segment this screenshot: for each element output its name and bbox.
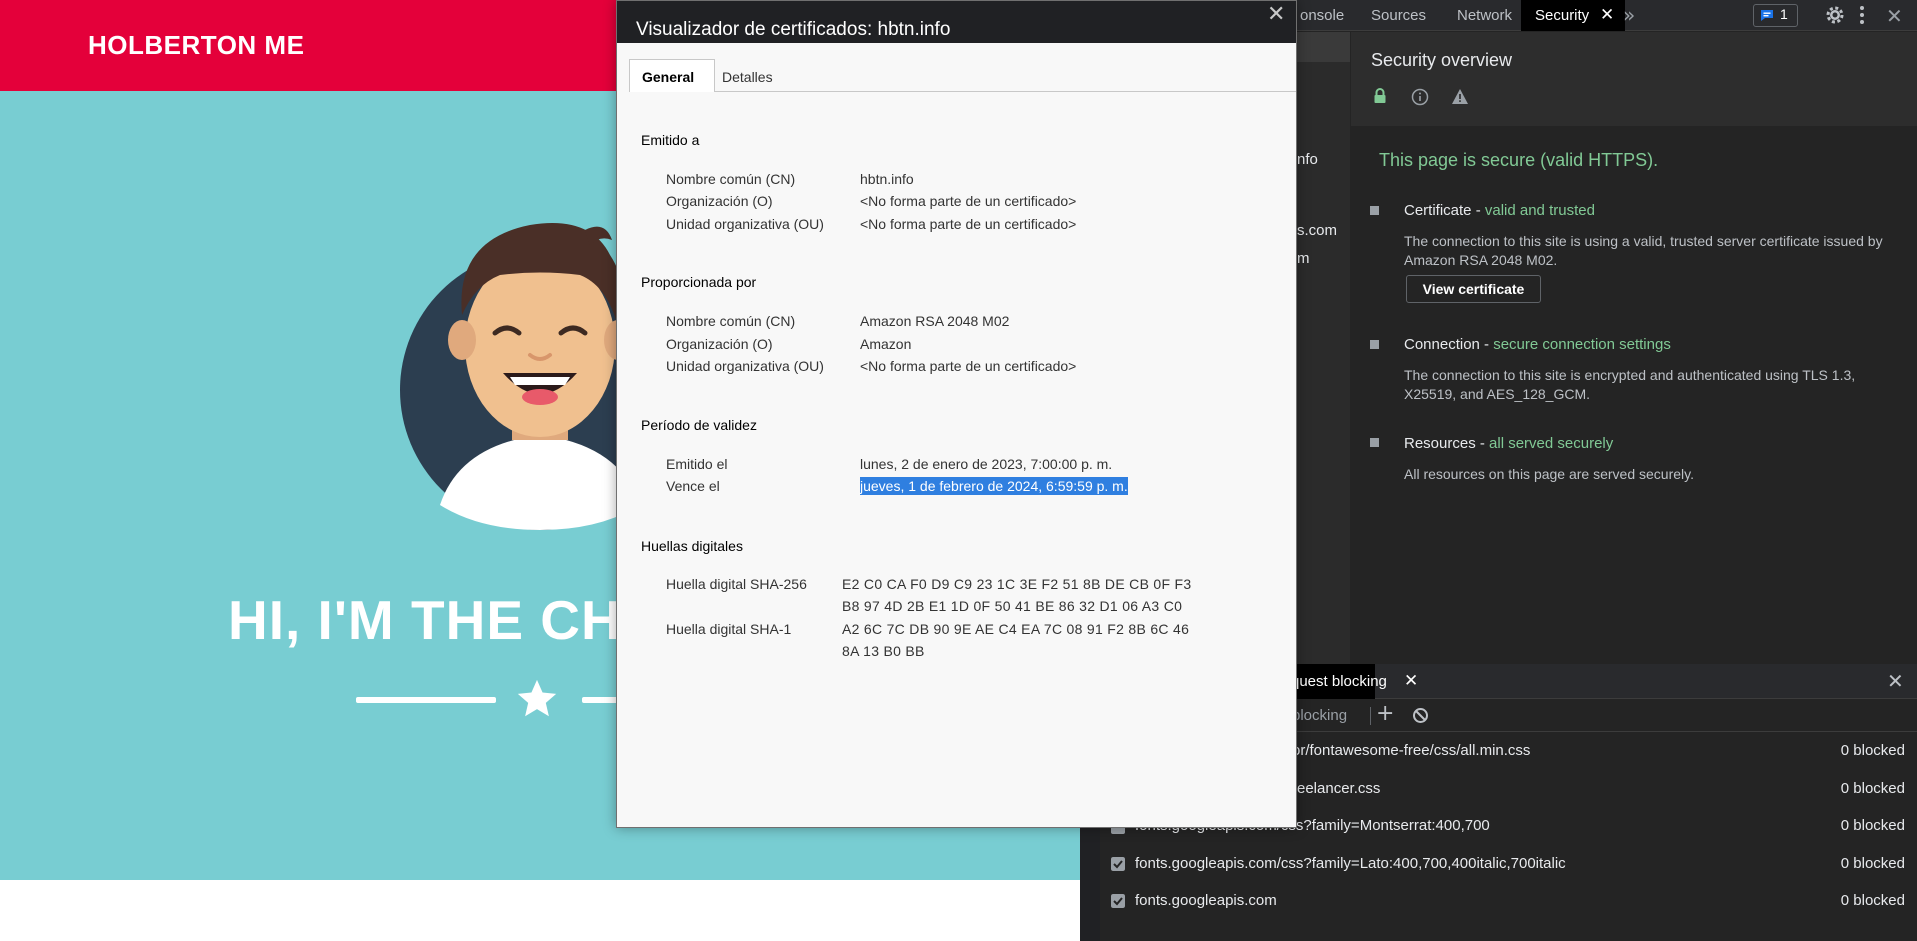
security-overview-title: Security overview <box>1371 50 1513 70</box>
close-devtools-icon[interactable]: ✕ <box>1886 4 1903 28</box>
secure-message: This page is secure (valid HTTPS). <box>1379 150 1659 170</box>
view-certificate-button[interactable]: View certificate <box>1406 275 1541 303</box>
resources-heading: Resources - all served securely <box>1404 435 1613 452</box>
field-label: Organización (O) <box>666 193 773 209</box>
tab-security-label[interactable]: Security <box>1535 7 1589 24</box>
certificate-status: valid and trusted <box>1484 202 1595 219</box>
divider-line-left <box>356 697 496 703</box>
resources-status: all served securely <box>1489 435 1614 452</box>
blocking-rule-count: 0 blocked <box>1840 742 1905 759</box>
rule-checkbox[interactable] <box>1111 894 1125 908</box>
sha256-label: Huella digital SHA-256 <box>666 576 807 592</box>
blocking-rule-pattern: or/fontawesome-free/css/all.min.css <box>1292 742 1531 759</box>
blocking-rule-count: 0 blocked <box>1840 780 1905 797</box>
sidebar-item-fragment[interactable]: s.com <box>1297 222 1337 239</box>
tab-console[interactable]: onsole <box>1300 7 1344 24</box>
connection-heading: Connection - secure connection settings <box>1404 336 1671 353</box>
issued-date-value: lunes, 2 de enero de 2023, 7:00:00 p. m. <box>860 456 1113 472</box>
sha256-value-line-2: B8 97 4D 2B E1 1D 0F 50 41 BE 86 32 D1 0… <box>842 598 1183 614</box>
field-value: hbtn.info <box>860 171 914 187</box>
field-value: Amazon <box>860 336 912 352</box>
blocking-rule-count: 0 blocked <box>1840 817 1905 834</box>
brand-logo[interactable]: HOLBERTON ME <box>88 30 304 61</box>
bullet-icon <box>1370 340 1379 349</box>
close-icon[interactable]: ✕ <box>1600 5 1614 25</box>
security-overview-header <box>1351 32 1917 126</box>
close-icon[interactable]: ✕ <box>1404 671 1418 691</box>
info-icon[interactable] <box>1411 88 1429 106</box>
message-icon <box>1761 10 1773 21</box>
blocking-rule-pattern: fonts.googleapis.com <box>1135 892 1277 909</box>
fingerprints-heading: Huellas digitales <box>641 538 743 554</box>
connection-label: Connection - <box>1404 336 1494 353</box>
connection-description: The connection to this site is encrypted… <box>1404 367 1856 402</box>
tab-request-blocking-label[interactable]: quest blocking <box>1291 673 1387 690</box>
dialog-title: Visualizador de certificados: hbtn.info <box>636 19 951 40</box>
hero-title: HI, I'M THE CH <box>228 589 622 651</box>
star-icon <box>517 679 557 717</box>
issues-count: 1 <box>1780 6 1788 22</box>
certificate-viewer-dialog: Visualizador de certificados: hbtn.info … <box>616 0 1297 828</box>
issued-date-label: Emitido el <box>666 456 728 472</box>
block-icon[interactable] <box>1412 707 1429 724</box>
sha256-value-line-1: E2 C0 CA F0 D9 C9 23 1C 3E F2 51 8B DE C… <box>842 576 1192 592</box>
field-value: <No forma parte de un certificado> <box>860 193 1077 209</box>
close-icon[interactable]: ✕ <box>1267 2 1285 27</box>
gear-icon[interactable] <box>1825 5 1845 25</box>
field-value: Amazon RSA 2048 M02 <box>860 313 1010 329</box>
tab-details-label[interactable]: Detalles <box>722 69 773 85</box>
blocking-rule-count: 0 blocked <box>1840 855 1905 872</box>
certificate-description: The connection to this site is using a v… <box>1404 233 1883 268</box>
bullet-icon <box>1370 206 1379 215</box>
blocking-rule-pattern: reelancer.css <box>1292 780 1381 797</box>
lock-icon <box>1374 88 1386 103</box>
connection-status: secure connection settings <box>1493 336 1671 353</box>
bullet-icon <box>1370 438 1379 447</box>
tab-general-label[interactable]: General <box>642 69 694 85</box>
field-label: Nombre común (CN) <box>666 313 796 329</box>
field-label: Unidad organizativa (OU) <box>666 216 824 232</box>
resources-description: All resources on this page are served se… <box>1404 466 1694 482</box>
sidebar-item-fragment[interactable]: nfo <box>1297 151 1318 168</box>
more-tabs-icon[interactable]: » <box>1623 3 1635 27</box>
close-drawer-icon[interactable]: ✕ <box>1887 669 1904 693</box>
field-value: <No forma parte de un certificado> <box>860 216 1077 232</box>
field-label: Unidad organizativa (OU) <box>666 358 824 374</box>
dialog-body <box>617 43 1296 827</box>
tab-divider <box>629 91 1296 92</box>
rule-checkbox[interactable] <box>1111 857 1125 871</box>
issued-by-heading: Proporcionada por <box>641 274 757 290</box>
selected-text[interactable]: jueves, 1 de febrero de 2024, 6:59:59 p.… <box>860 477 1128 495</box>
sha1-label: Huella digital SHA-1 <box>666 621 792 637</box>
add-icon[interactable]: + <box>1376 701 1394 726</box>
tab-sources[interactable]: Sources <box>1371 7 1426 24</box>
validity-heading: Período de validez <box>641 417 757 433</box>
expiry-date-value[interactable]: jueves, 1 de febrero de 2024, 6:59:59 p.… <box>860 477 1128 495</box>
certificate-label: Certificate - <box>1404 202 1485 219</box>
sha1-value-line-2: 8A 13 B0 BB <box>842 643 925 659</box>
enable-blocking-label[interactable]: blocking <box>1292 707 1347 724</box>
expiry-date-label: Vence el <box>666 478 720 494</box>
toolbar-separator <box>1370 707 1371 725</box>
warning-icon[interactable] <box>1451 88 1469 105</box>
certificate-heading: Certificate - valid and trusted <box>1404 202 1595 219</box>
blocking-rule-pattern: fonts.googleapis.com/css?family=Lato:400… <box>1135 855 1566 872</box>
sha1-value-line-1: A2 6C 7C DB 90 9E AE C4 EA 7C 08 91 F2 8… <box>842 621 1190 637</box>
sidebar-item-fragment[interactable]: m <box>1297 250 1310 267</box>
issued-to-heading: Emitido a <box>641 132 700 148</box>
more-options-icon[interactable] <box>1859 5 1865 25</box>
blocking-rule-count: 0 blocked <box>1840 892 1905 909</box>
tab-network[interactable]: Network <box>1457 7 1512 24</box>
resources-label: Resources - <box>1404 435 1490 452</box>
field-value: <No forma parte de un certificado> <box>860 358 1077 374</box>
field-label: Organización (O) <box>666 336 773 352</box>
field-label: Nombre común (CN) <box>666 171 796 187</box>
